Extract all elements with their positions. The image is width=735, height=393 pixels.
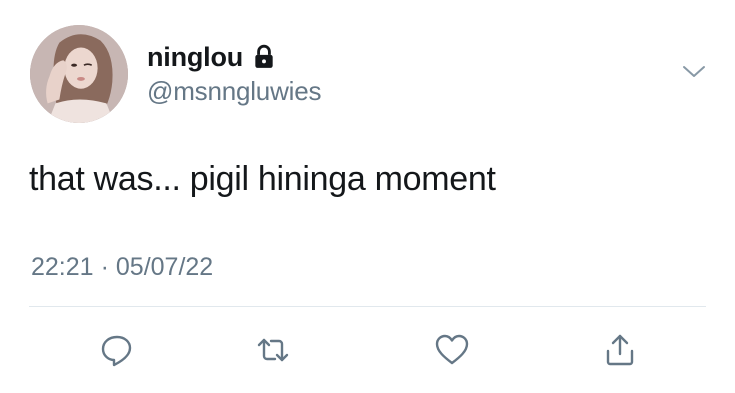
avatar[interactable] [30,25,128,123]
tweet-time: 22:21 [31,253,94,281]
tweet-text: that was... pigil hininga moment [29,160,496,198]
author-handle[interactable]: @msnngluwies [147,76,321,107]
tweet-date: 05/07/22 [115,253,214,281]
divider [29,306,706,307]
like-button[interactable] [432,330,472,370]
timestamp-separator: · [100,253,109,281]
retweet-button[interactable] [253,330,293,370]
reply-button[interactable] [97,330,137,370]
display-name[interactable]: ninglou [147,42,243,73]
reply-icon [101,335,132,367]
tweet-timestamp[interactable]: 22:21 · 05/07/22 [31,253,213,282]
share-button[interactable] [600,330,640,370]
share-icon [606,334,634,366]
author-name-row: ninglou [147,40,277,74]
chevron-down-icon[interactable] [680,62,708,82]
retweet-icon [257,338,289,362]
heart-icon [435,334,469,365]
avatar-image [30,25,128,123]
lock-icon [255,44,273,68]
tweet-card: ninglou @msnngluwies that was... pigil h… [0,0,735,393]
